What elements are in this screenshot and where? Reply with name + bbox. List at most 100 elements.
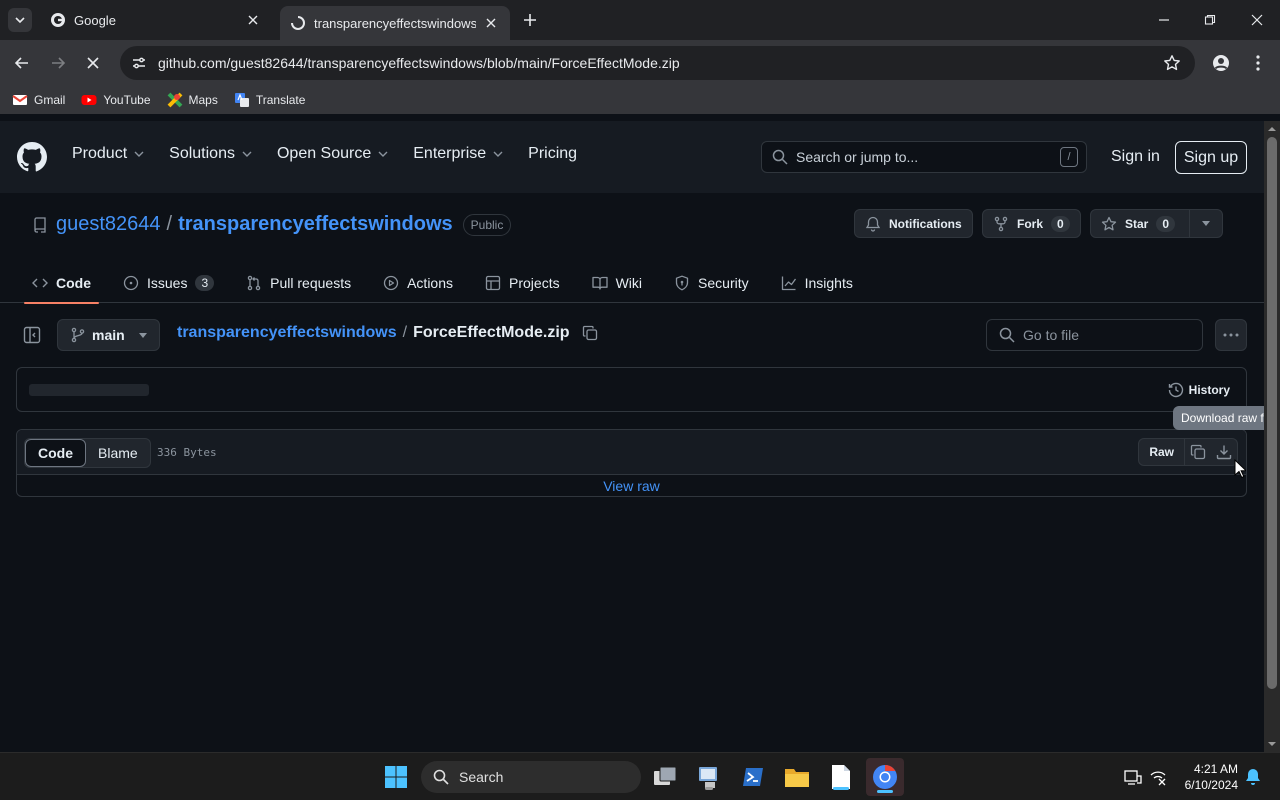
- powershell-icon: [743, 768, 763, 786]
- more-vertical-icon: [1256, 55, 1260, 71]
- repo-header: guest82644 / transparencyeffectswindows …: [0, 193, 1264, 304]
- browser-menu-button[interactable]: [1245, 50, 1271, 76]
- tab-code[interactable]: Code: [24, 263, 99, 304]
- close-window-button[interactable]: [1245, 8, 1269, 32]
- repo-owner-link[interactable]: guest82644: [56, 213, 161, 236]
- page-scrollbar[interactable]: [1264, 121, 1280, 752]
- address-bar[interactable]: github.com/guest82644/transparencyeffect…: [120, 46, 1195, 80]
- copy-raw-button[interactable]: [1185, 439, 1211, 465]
- network-muted-icon[interactable]: [1148, 767, 1168, 787]
- scroll-up-icon[interactable]: [1268, 125, 1276, 133]
- blame-view-button[interactable]: Blame: [86, 439, 150, 467]
- device-tray-icon[interactable]: [1123, 767, 1143, 787]
- system-clock[interactable]: 4:21 AM 6/10/2024: [1180, 761, 1238, 793]
- tab-projects[interactable]: Projects: [477, 263, 568, 303]
- new-tab-button[interactable]: [519, 9, 541, 31]
- breadcrumb-separator: /: [402, 324, 408, 341]
- branch-selector[interactable]: main: [57, 319, 160, 351]
- bookmark-star-icon[interactable]: [1161, 52, 1183, 74]
- copy-path-icon[interactable]: [582, 325, 598, 341]
- view-raw-link[interactable]: View raw: [17, 475, 1246, 496]
- notifications-button[interactable]: Notifications: [854, 209, 973, 238]
- notification-bell-icon[interactable]: [1243, 767, 1263, 787]
- nav-label: Pricing: [528, 145, 578, 162]
- task-view-button[interactable]: [649, 761, 681, 793]
- play-icon: [383, 275, 399, 291]
- history-button[interactable]: History: [1168, 382, 1230, 398]
- fork-count: 0: [1051, 215, 1070, 232]
- file-actions: Raw: [1138, 438, 1238, 466]
- nav-solutions[interactable]: Solutions: [169, 145, 253, 163]
- tab-label: Actions: [407, 275, 454, 291]
- issue-icon: [123, 275, 139, 291]
- star-dropdown-button[interactable]: [1189, 210, 1222, 237]
- maps-icon: [167, 92, 182, 108]
- bookmark-gmail[interactable]: Gmail: [12, 92, 65, 108]
- windows-taskbar: Search 4:21 AM 6/10/2024: [0, 752, 1280, 800]
- tab-search-button[interactable]: [8, 8, 32, 32]
- caret-down-icon: [138, 332, 147, 338]
- tab-security[interactable]: Security: [666, 263, 757, 303]
- repo-icon: [34, 216, 46, 233]
- close-icon: [1251, 14, 1263, 26]
- tab-label: Pull requests: [270, 275, 352, 291]
- minimize-button[interactable]: [1152, 8, 1176, 32]
- browser-tab-github[interactable]: transparencyeffectswindows/Fo: [280, 6, 510, 40]
- taskbar-app-chrome[interactable]: [866, 758, 904, 796]
- task-view-icon: [654, 766, 677, 785]
- nav-product[interactable]: Product: [72, 145, 145, 163]
- tab-wiki[interactable]: Wiki: [584, 263, 650, 303]
- back-button[interactable]: [9, 50, 35, 76]
- start-button[interactable]: [380, 761, 412, 793]
- sign-up-button[interactable]: Sign up: [1175, 141, 1247, 174]
- nav-open-source[interactable]: Open Source: [277, 145, 389, 163]
- fork-label: Fork: [1017, 216, 1044, 231]
- sign-in-link[interactable]: Sign in: [1111, 148, 1160, 166]
- nav-pricing[interactable]: Pricing: [528, 145, 577, 163]
- sidebar-toggle-icon[interactable]: [22, 325, 42, 345]
- taskbar-search[interactable]: Search: [421, 761, 641, 793]
- tab-actions[interactable]: Actions: [375, 263, 461, 303]
- scrollbar-thumb[interactable]: [1267, 137, 1277, 689]
- github-search-input[interactable]: Search or jump to... /: [761, 141, 1087, 173]
- gmail-icon: [12, 95, 28, 105]
- browser-tab-google[interactable]: Google: [40, 5, 272, 35]
- browser-tab-bar: Google transparencyeffectswindows/Fo: [0, 0, 1280, 40]
- search-icon: [999, 327, 1015, 343]
- nav-label: Product: [72, 145, 128, 162]
- star-button[interactable]: Star 0: [1090, 209, 1223, 238]
- github-logo-icon[interactable]: [16, 141, 48, 173]
- close-icon[interactable]: [482, 14, 500, 32]
- taskbar-app-powershell[interactable]: [737, 761, 769, 793]
- tab-pull-requests[interactable]: Pull requests: [238, 263, 359, 303]
- restore-button[interactable]: [1198, 8, 1222, 32]
- go-to-file-input[interactable]: Go to file: [986, 319, 1203, 351]
- raw-button[interactable]: Raw: [1139, 439, 1185, 465]
- bookmark-translate[interactable]: Translate: [234, 92, 305, 108]
- chevron-down-icon: [493, 151, 503, 157]
- nav-enterprise[interactable]: Enterprise: [413, 145, 504, 163]
- forward-button[interactable]: [45, 50, 71, 76]
- close-icon: [87, 57, 99, 69]
- bookmark-maps[interactable]: Maps: [167, 92, 218, 108]
- taskbar-app-remote[interactable]: [693, 761, 725, 793]
- folder-icon: [785, 769, 809, 787]
- site-info-icon[interactable]: [128, 52, 150, 74]
- tab-issues[interactable]: Issues 3: [115, 263, 222, 303]
- scroll-down-icon[interactable]: [1268, 740, 1276, 748]
- loading-icon: [291, 16, 305, 30]
- repo-name-link[interactable]: transparencyeffectswindows: [178, 213, 453, 236]
- taskbar-app-notepad[interactable]: [825, 761, 857, 793]
- taskbar-app-file-explorer[interactable]: [781, 761, 813, 793]
- breadcrumb-filename: ForceEffectMode.zip: [413, 324, 570, 341]
- history-label: History: [1188, 383, 1230, 397]
- fork-button[interactable]: Fork 0: [982, 209, 1081, 238]
- profile-button[interactable]: [1208, 50, 1234, 76]
- code-view-button[interactable]: Code: [25, 439, 86, 467]
- bookmark-youtube[interactable]: YouTube: [81, 92, 151, 108]
- close-icon[interactable]: [244, 11, 262, 29]
- breadcrumb-repo-link[interactable]: transparencyeffectswindows: [177, 324, 397, 342]
- stop-loading-button[interactable]: [80, 50, 106, 76]
- tab-insights[interactable]: Insights: [773, 263, 861, 303]
- more-options-button[interactable]: [1215, 319, 1247, 351]
